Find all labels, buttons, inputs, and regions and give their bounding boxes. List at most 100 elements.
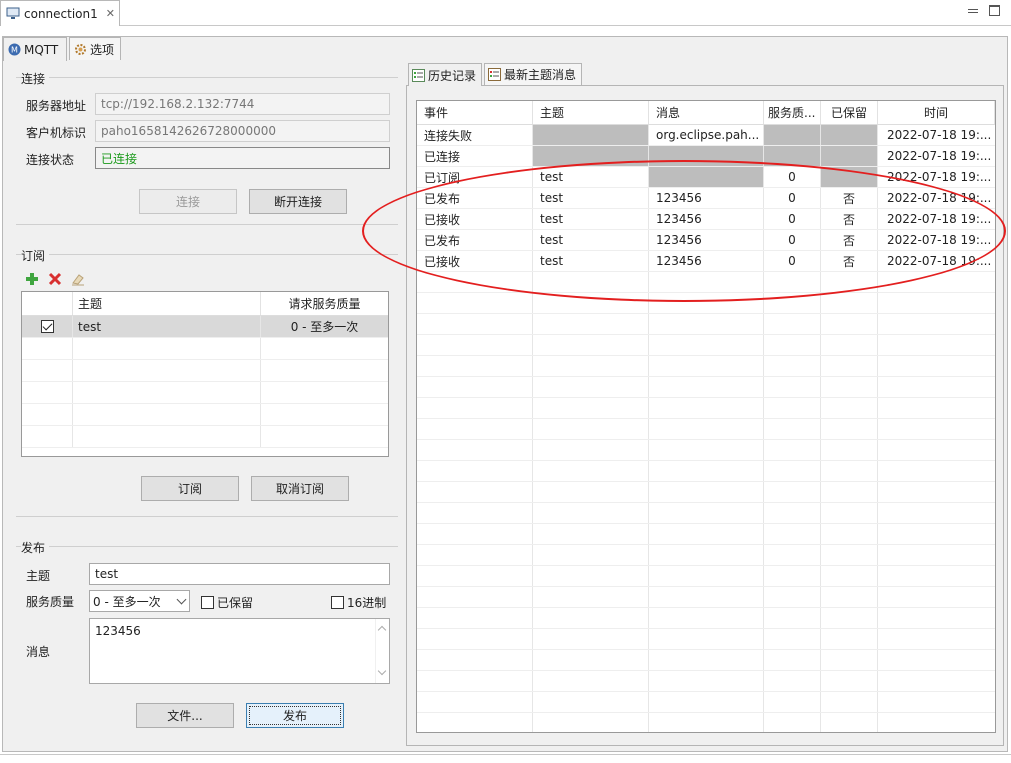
cell-retained: 否 [821,188,878,208]
disconnect-button[interactable]: 断开连接 [249,189,347,214]
eraser-icon[interactable] [71,272,85,286]
client-id-field[interactable]: paho1658142626728000000 [95,120,390,142]
minimize-icon[interactable] [966,4,980,16]
table-row [417,503,995,524]
qos-select[interactable]: 0 - 至多一次 [89,590,190,612]
table-row[interactable]: 已接收 test 123456 0 否 2022-07-18 19:... [417,209,995,230]
retained-checkbox[interactable] [201,596,214,609]
empty-cell [821,419,878,439]
tab-history-label: 历史记录 [428,68,477,83]
hex-checkbox[interactable] [331,596,344,609]
empty-cell [417,377,533,397]
svg-text:M: M [11,46,18,55]
table-row [417,713,995,732]
table-row[interactable]: 已连接 2022-07-18 19:... [417,146,995,167]
empty-cell [764,461,821,481]
empty-cell [649,692,764,712]
empty-cell [533,629,649,649]
status-label: 连接状态 [26,153,75,167]
scroll-up-icon[interactable] [377,625,387,635]
scroll-down-icon[interactable] [377,666,387,676]
editor-tab-connection1[interactable]: connection1 ✕ [0,0,120,26]
col-event[interactable]: 事件 [417,101,533,124]
delete-icon[interactable] [48,272,62,286]
add-icon[interactable] [25,272,39,286]
hex-checkbox-wrap[interactable]: 16进制 [331,594,386,611]
table-row[interactable]: 已接收 test 123456 0 否 2022-07-18 19:... [417,251,995,272]
empty-cell [649,440,764,460]
empty-cell [878,650,995,670]
message-scrollbar[interactable] [375,619,389,683]
message-textarea[interactable]: 123456 [89,618,390,684]
empty-cell [417,461,533,481]
empty-cell [649,398,764,418]
cell-qos: 0 [764,230,821,250]
tab-latest-messages[interactable]: 最新主题消息 [484,63,582,85]
mqtt-icon: M [8,43,21,56]
table-row [417,524,995,545]
cell-topic [533,125,649,145]
col-message[interactable]: 消息 [649,101,764,124]
col-topic[interactable]: 主题 [533,101,649,124]
row-checkbox-cell[interactable] [22,316,73,337]
empty-cell [764,272,821,292]
tab-options[interactable]: 选项 [69,37,121,60]
table-row [22,360,388,382]
empty-cell [649,272,764,292]
group-line-connect [16,77,398,78]
table-row [417,419,995,440]
empty-cell [878,314,995,334]
empty-cell [533,524,649,544]
table-row[interactable]: 已发布 test 123456 0 否 2022-07-18 19:... [417,230,995,251]
subscribe-button[interactable]: 订阅 [141,476,239,501]
col-qos[interactable]: 服务质... [764,101,821,124]
tab-mqtt[interactable]: M MQTT [3,37,67,61]
empty-cell [821,377,878,397]
table-row[interactable]: 已订阅 test 0 2022-07-18 19:... [417,167,995,188]
col-retained[interactable]: 已保留 [821,101,878,124]
empty-cell [533,692,649,712]
table-row[interactable]: 已发布 test 123456 0 否 2022-07-18 19:... [417,188,995,209]
empty-cell [649,587,764,607]
subscribe-checkbox[interactable] [40,320,54,333]
empty-cell [764,608,821,628]
maximize-icon[interactable] [989,5,1000,16]
table-row [417,440,995,461]
cell-retained [821,125,878,145]
col-qos: 请求服务质量 [288,297,361,311]
col-time[interactable]: 时间 [878,101,995,124]
message-label: 消息 [26,645,51,659]
empty-cell [649,356,764,376]
empty-cell [878,629,995,649]
empty-cell [878,713,995,732]
table-row [417,482,995,503]
table-row[interactable]: test 0 - 至多一次 [22,316,388,338]
publish-button[interactable]: 发布 [246,703,344,728]
unsubscribe-button[interactable]: 取消订阅 [251,476,349,501]
server-address-field[interactable]: tcp://192.168.2.132:7744 [95,93,390,115]
empty-cell [821,650,878,670]
gear-icon [75,43,86,55]
connect-button[interactable]: 连接 [139,189,237,214]
table-row[interactable]: 连接失败 org.eclipse.pah... 2022-07-18 19:... [417,125,995,146]
cell-message [649,146,764,166]
empty-cell [821,629,878,649]
tab-history[interactable]: 历史记录 [408,63,482,86]
empty-cell [821,440,878,460]
subscribe-group-title: 订阅 [21,247,50,264]
empty-cell [764,566,821,586]
empty-cell [417,566,533,586]
empty-cell [878,587,995,607]
table-icon [488,68,501,81]
empty-cell [821,398,878,418]
cell-qos [764,125,821,145]
publish-topic-input[interactable]: test [89,563,390,585]
empty-cell [878,461,995,481]
empty-cell [821,692,878,712]
retained-checkbox-wrap[interactable]: 已保留 [201,594,253,611]
empty-cell [417,440,533,460]
server-label: 服务器地址 [26,99,87,113]
file-button[interactable]: 文件... [136,703,234,728]
close-tab-icon[interactable]: ✕ [106,7,115,20]
empty-cell [764,650,821,670]
